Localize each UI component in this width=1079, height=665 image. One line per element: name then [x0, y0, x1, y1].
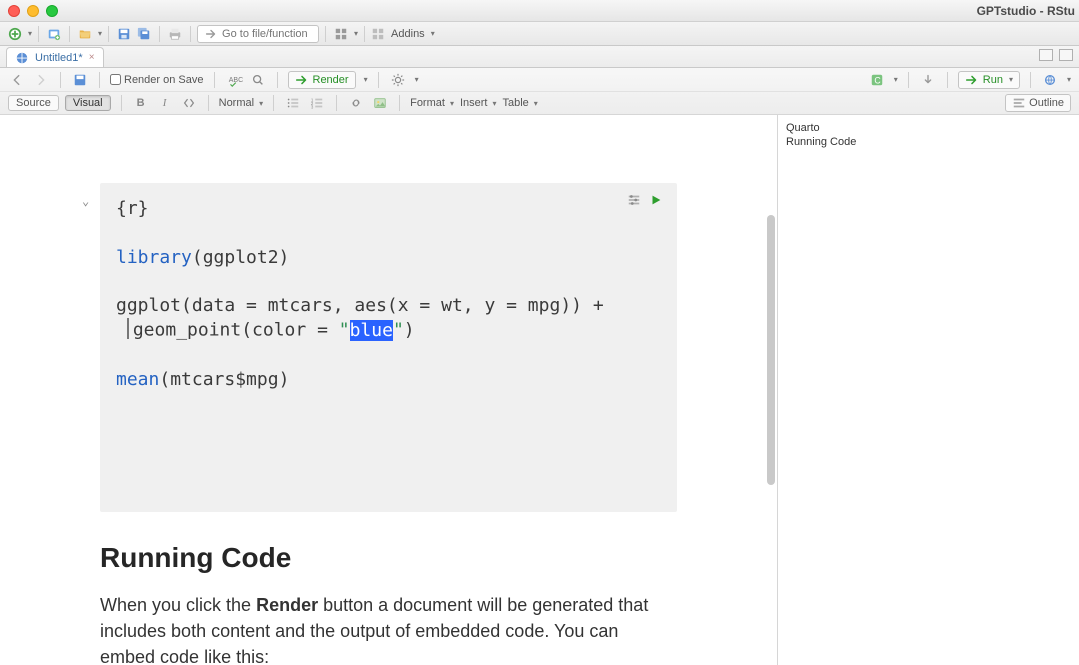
open-recent-dropdown[interactable]: ▾ [98, 29, 102, 38]
quarto-file-icon [15, 51, 29, 65]
pane-min-button[interactable] [1039, 49, 1053, 61]
selected-text: blue [350, 320, 393, 341]
save-button[interactable] [115, 27, 133, 41]
outline-label: Outline [1029, 97, 1064, 109]
render-dropdown[interactable]: ▾ [364, 75, 368, 84]
run-label: Run [983, 74, 1003, 86]
window-controls [8, 5, 58, 17]
editor-pane[interactable]: ⌄ {r} library(ggplot2) ggplot(data = mtc… [0, 115, 777, 665]
go-to-file-input[interactable] [197, 25, 319, 43]
render-button[interactable]: Render [288, 71, 356, 89]
pane-max-button[interactable] [1059, 49, 1073, 61]
svg-text:C: C [874, 75, 880, 85]
outline-pane: Quarto Running Code [777, 115, 1079, 665]
style-dropdown[interactable]: Normal ▾ [219, 97, 263, 109]
insert-menu[interactable]: Insert▾ [460, 97, 497, 109]
settings-gear-button[interactable] [389, 73, 407, 87]
tab-label: Untitled1* [35, 52, 83, 64]
open-file-button[interactable] [76, 27, 94, 41]
workspace: ⌄ {r} library(ggplot2) ggplot(data = mtc… [0, 115, 1079, 665]
render-on-save-label: Render on Save [124, 74, 204, 86]
publish-dropdown[interactable]: ▾ [1067, 75, 1071, 84]
bullet-list-button[interactable] [284, 96, 302, 110]
forward-button[interactable] [32, 73, 50, 87]
chunk-controls [627, 193, 663, 207]
document-tab-active[interactable]: Untitled1* × [6, 47, 104, 67]
publish-button[interactable] [1041, 73, 1059, 87]
render-word-bold: Render [256, 595, 318, 615]
italic-button[interactable]: I [156, 94, 174, 112]
minimize-window-button[interactable] [27, 5, 39, 17]
grid-dropdown[interactable]: ▾ [354, 29, 358, 38]
scroll-thumb[interactable] [767, 215, 775, 485]
close-window-button[interactable] [8, 5, 20, 17]
format-menu[interactable]: Format▾ [410, 97, 454, 109]
save-all-button[interactable] [135, 27, 153, 41]
run-menu-button[interactable]: Run ▾ [958, 71, 1020, 89]
run-chunk-button[interactable] [649, 193, 663, 207]
spellcheck-button[interactable]: ABC [225, 73, 243, 87]
titlebar: GPTstudio - RStu [0, 0, 1079, 22]
chunk-collapse-caret[interactable]: ⌄ [82, 193, 89, 209]
code-line-4: mean(mtcars$mpg) [116, 368, 661, 392]
insert-chunk-button[interactable]: C [868, 73, 886, 87]
new-file-dropdown[interactable]: ▾ [28, 29, 32, 38]
pane-controls [1039, 49, 1073, 61]
main-toolbar: ▾ ▾ ▾ Addins ▾ [0, 22, 1079, 46]
editor-toolbar-row2: Source Visual B I Normal ▾ 123 Format▾ I… [0, 91, 1079, 114]
chunk-settings-icon[interactable] [627, 193, 641, 207]
new-file-button[interactable] [6, 27, 24, 41]
print-button[interactable] [166, 27, 184, 41]
outline-icon [1012, 96, 1026, 110]
editor-toolbars: Render on Save ABC Render ▾ ▾ C ▾ [0, 68, 1079, 115]
outline-toggle-button[interactable]: Outline [1005, 94, 1071, 112]
addins-label: Addins [391, 28, 425, 40]
render-label: Render [313, 74, 349, 86]
text-cursor [127, 318, 129, 339]
run-prev-button[interactable] [919, 73, 937, 87]
outline-item-quarto[interactable]: Quarto [786, 121, 1071, 135]
svg-text:3: 3 [311, 104, 314, 109]
window-title: GPTstudio - RStu [977, 4, 1075, 18]
code-line-3: geom_point(color = "blue") [116, 318, 661, 343]
chunk-header: {r} [116, 197, 661, 221]
maximize-window-button[interactable] [46, 5, 58, 17]
code-line-2: ggplot(data = mtcars, aes(x = wt, y = mp… [116, 294, 661, 318]
svg-text:ABC: ABC [228, 76, 242, 83]
heading-running-code: Running Code [100, 542, 677, 574]
new-project-button[interactable] [45, 27, 63, 41]
outline-item-running-code[interactable]: Running Code [786, 135, 1071, 149]
code-line-1: library(ggplot2) [116, 246, 661, 270]
link-button[interactable] [347, 96, 365, 110]
goto-icon [204, 27, 218, 41]
document: ⌄ {r} library(ggplot2) ggplot(data = mtc… [0, 115, 777, 665]
editor-scrollbar[interactable] [763, 115, 777, 665]
find-button[interactable] [249, 73, 267, 87]
code-button[interactable] [180, 96, 198, 110]
save-doc-button[interactable] [71, 73, 89, 87]
document-tabstrip: Untitled1* × [0, 46, 1079, 68]
go-to-file-field[interactable] [222, 28, 312, 40]
style-label: Normal [219, 97, 254, 109]
grid-icon[interactable] [332, 27, 350, 41]
image-button[interactable] [371, 96, 389, 110]
render-arrow-icon [295, 73, 309, 87]
run-arrow-icon [965, 73, 979, 87]
bold-button[interactable]: B [132, 94, 150, 112]
tab-close-button[interactable]: × [89, 52, 95, 63]
code-chunk[interactable]: ⌄ {r} library(ggplot2) ggplot(data = mtc… [100, 183, 677, 512]
numbered-list-button[interactable]: 123 [308, 96, 326, 110]
settings-dropdown[interactable]: ▾ [415, 75, 419, 84]
body-paragraph: When you click the Render button a docum… [100, 592, 670, 665]
insert-chunk-dropdown[interactable]: ▾ [894, 75, 898, 84]
render-on-save-checkbox[interactable]: Render on Save [110, 74, 204, 86]
table-menu[interactable]: Table▾ [502, 97, 537, 109]
source-mode-button[interactable]: Source [8, 95, 59, 111]
addins-icon [371, 27, 385, 41]
editor-toolbar-row1: Render on Save ABC Render ▾ ▾ C ▾ [0, 68, 1079, 91]
addins-menu[interactable]: Addins ▾ [391, 28, 435, 40]
visual-mode-button[interactable]: Visual [65, 95, 111, 111]
back-button[interactable] [8, 73, 26, 87]
